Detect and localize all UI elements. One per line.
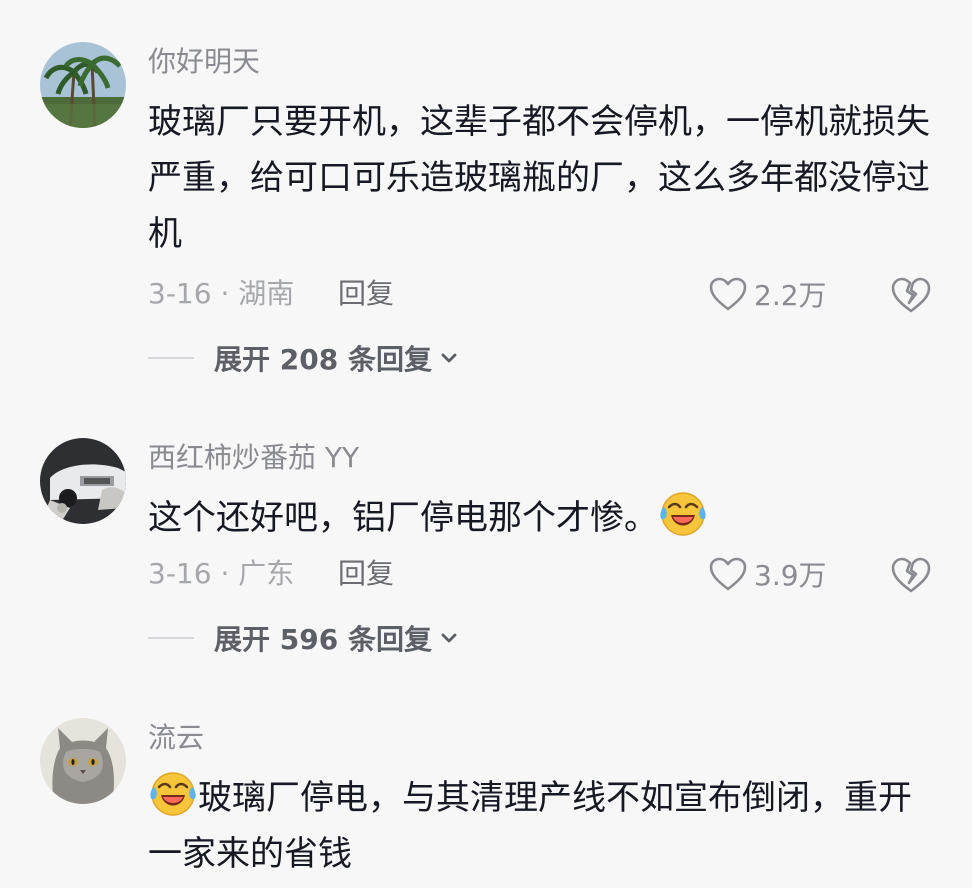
like-count: 3.9万: [754, 559, 827, 592]
username[interactable]: 西红柿炒番茄 YY: [148, 442, 359, 474]
chevron-down-icon: [438, 347, 460, 369]
car-avatar-icon: [40, 438, 126, 524]
broken-heart-icon: [890, 556, 932, 594]
username[interactable]: 流云: [148, 722, 204, 754]
avatar[interactable]: [40, 438, 126, 524]
expand-replies-label: 展开 596 条回复: [214, 623, 432, 656]
divider: [148, 637, 194, 639]
expand-replies-button[interactable]: 展开 596 条回复: [148, 618, 460, 658]
avatar[interactable]: [40, 42, 126, 128]
palm-tree-avatar-icon: [40, 42, 126, 128]
expand-replies-button[interactable]: 展开 208 条回复: [148, 338, 460, 378]
reply-button[interactable]: 回复: [338, 558, 394, 590]
heart-outline-icon: [708, 276, 748, 312]
comment-date-location: 3-16 · 广东: [148, 557, 295, 590]
laugh-cry-emoji-icon: [660, 491, 706, 537]
expand-replies-label: 展开 208 条回复: [214, 343, 432, 376]
broken-heart-icon: [890, 276, 932, 314]
chevron-down-icon: [438, 627, 460, 649]
avatar[interactable]: [40, 718, 126, 804]
heart-outline-icon: [708, 556, 748, 592]
comment-text-body: 这个还好吧，铝厂停电那个才惨。: [148, 498, 658, 538]
divider: [148, 357, 194, 359]
reply-button[interactable]: 回复: [338, 278, 394, 310]
comment-date-location: 3-16 · 湖南: [148, 277, 295, 310]
username[interactable]: 你好明天: [148, 46, 260, 78]
like-button[interactable]: 2.2万: [708, 276, 827, 312]
laugh-cry-emoji-icon: [150, 771, 196, 817]
cat-avatar-icon: [40, 718, 126, 804]
comment-text-body: 玻璃厂停电，与其清理产线不如宣布倒闭，重开一家来的省钱: [148, 778, 912, 874]
dislike-button[interactable]: [890, 276, 932, 314]
dislike-button[interactable]: [890, 556, 932, 594]
comment-text: 玻璃厂只要开机，这辈子都不会停机，一停机就损失严重，给可口可乐造玻璃瓶的厂，这么…: [148, 102, 930, 254]
like-count: 2.2万: [754, 279, 827, 312]
comment-text: 这个还好吧，铝厂停电那个才惨。: [148, 490, 938, 546]
comment-text: 玻璃厂停电，与其清理产线不如宣布倒闭，重开一家来的省钱: [148, 770, 938, 882]
like-button[interactable]: 3.9万: [708, 556, 827, 592]
